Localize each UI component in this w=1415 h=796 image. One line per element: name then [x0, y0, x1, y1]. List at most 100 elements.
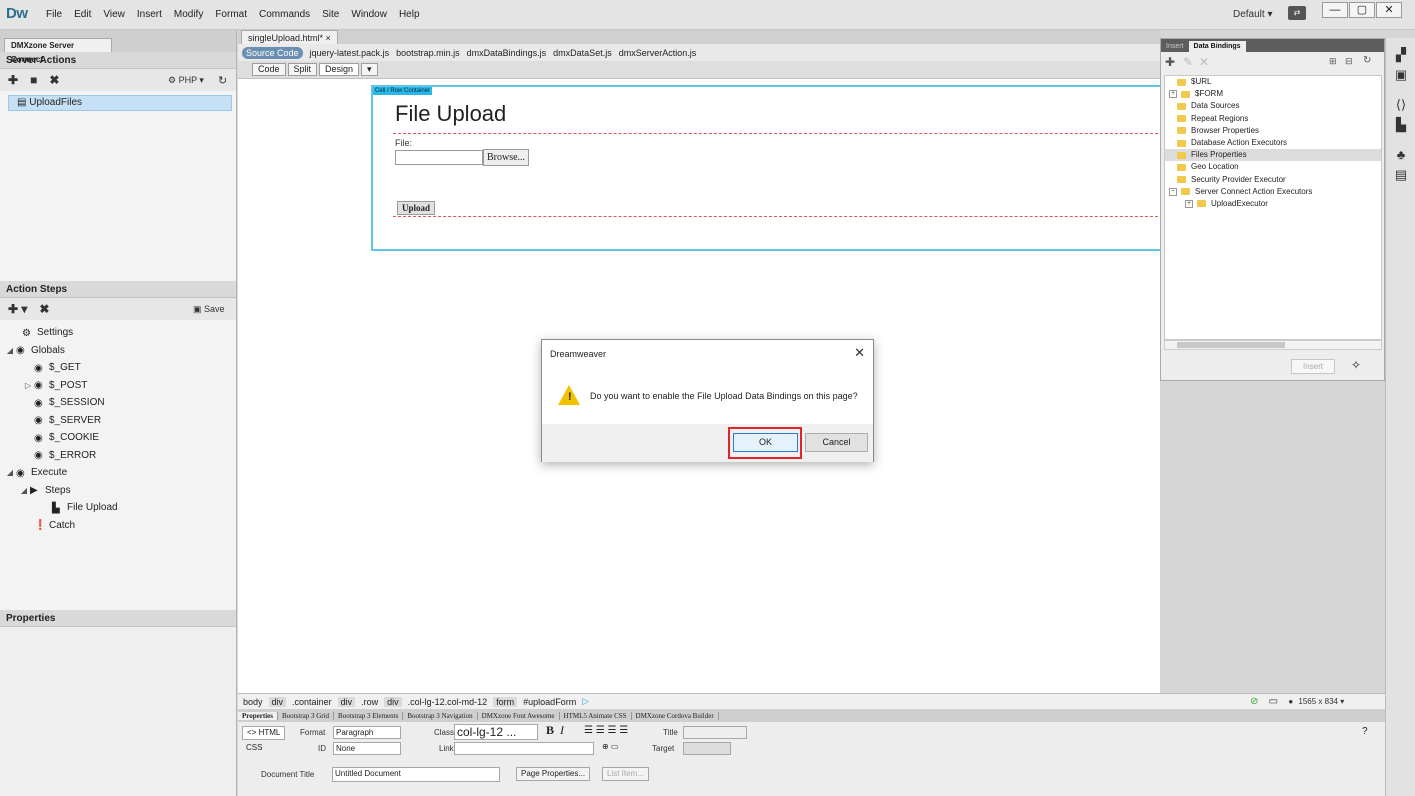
binding-item-browser-properties[interactable]: Browser Properties	[1165, 125, 1381, 137]
tag-div[interactable]: div	[384, 696, 402, 707]
tag-form[interactable]: form	[493, 696, 518, 707]
minimize-button[interactable]: —	[1322, 2, 1348, 18]
tree-item-file-upload[interactable]: ▙ File Upload	[0, 499, 236, 517]
help-icon[interactable]: ?	[1358, 726, 1372, 740]
add-binding-icon[interactable]: ✚	[1165, 55, 1175, 69]
tree-item-cookie[interactable]: ◉ $_COOKIE	[0, 429, 236, 447]
magic-wand-icon[interactable]: ✧	[1351, 358, 1361, 372]
tree-item-post[interactable]: ▷ ◉ $_POST	[0, 377, 236, 395]
menu-edit[interactable]: Edit	[68, 9, 97, 20]
window-size-select[interactable]: 1565 x 834 ▾	[1298, 697, 1344, 706]
binding-item-upload-executor[interactable]: + UploadExecutor	[1165, 198, 1381, 210]
binding-item-server-connect[interactable]: − Server Connect Action Executors	[1165, 186, 1381, 198]
expand-arrow-icon[interactable]: ◢	[18, 486, 30, 495]
binding-item-geo-location[interactable]: Geo Location	[1165, 161, 1381, 173]
format-select[interactable]: Paragraph	[333, 726, 401, 739]
dom-panel-icon[interactable]: ▷	[582, 696, 589, 707]
folder-icon[interactable]: ■	[30, 73, 37, 87]
code-view-button[interactable]: Code	[252, 63, 286, 76]
cell-row-container-label[interactable]: Cell / Row Container	[373, 87, 433, 95]
snippets-icon[interactable]: ▤	[1394, 168, 1408, 182]
bindings-panel-icon[interactable]: ▣	[1394, 68, 1408, 82]
tab-dmxzone-server-connect[interactable]: DMXzone Server Connect	[4, 38, 112, 64]
id-select[interactable]: None	[333, 742, 401, 755]
menu-file[interactable]: File	[40, 9, 68, 20]
tab-properties[interactable]: Properties	[238, 711, 278, 720]
workspace-layout-select[interactable]: Default ▾	[1233, 9, 1272, 20]
binding-item-form[interactable]: + $FORM	[1165, 88, 1381, 100]
tab-cordova-builder[interactable]: DMXzone Cordova Builder	[632, 711, 719, 720]
binding-item-data-sources[interactable]: Data Sources	[1165, 100, 1381, 112]
delete-step-icon[interactable]: ✖	[39, 302, 49, 316]
tag-div[interactable]: div	[268, 696, 287, 707]
point-to-file-icon[interactable]: ⊕ ▭	[598, 741, 622, 755]
tab-animate-css[interactable]: HTML5 Animate CSS	[560, 711, 632, 720]
tree-item-settings[interactable]: ⚙ Settings	[0, 324, 236, 342]
menu-commands[interactable]: Commands	[253, 9, 316, 20]
tree-item-catch[interactable]: ❗ Catch	[0, 517, 236, 535]
horizontal-scrollbar[interactable]	[1164, 340, 1382, 350]
add-step-icon[interactable]: ✚ ▾	[8, 302, 27, 316]
code-hints-icon[interactable]: ⟨⟩	[1394, 98, 1408, 112]
add-icon[interactable]: ✚	[8, 73, 18, 87]
expand-arrow-icon[interactable]: ◢	[4, 346, 16, 355]
tree-item-error[interactable]: ◉ $_ERROR	[0, 447, 236, 465]
tree-item-globals[interactable]: ◢ ◉ Globals	[0, 342, 236, 360]
upload-form[interactable]: File: Browse... Upload	[393, 133, 1173, 217]
html-mode-button[interactable]: <> HTML	[242, 726, 286, 740]
save-button[interactable]: ▣ Save	[193, 304, 225, 315]
class-select[interactable]: col-lg-12 ...	[454, 724, 538, 740]
list-indent-icons[interactable]: ☰ ☰ ☰ ☰	[580, 725, 632, 739]
tab-bootstrap-navigation[interactable]: Bootstrap 3 Navigation	[403, 711, 478, 720]
list-item-button[interactable]: List Item...	[602, 767, 649, 781]
page-heading[interactable]: File Upload	[395, 101, 506, 127]
binding-item-database-action-executors[interactable]: Database Action Executors	[1165, 137, 1381, 149]
upload-button[interactable]: Upload	[397, 201, 436, 215]
collapse-icon[interactable]: −	[1169, 187, 1177, 196]
menu-view[interactable]: View	[97, 9, 131, 20]
collapse-all-icon[interactable]: ⊟	[1345, 56, 1353, 67]
binding-item-url[interactable]: $URL	[1165, 76, 1381, 88]
refresh-bindings-icon[interactable]: ↻	[1363, 55, 1371, 66]
files-icon[interactable]: ▙	[1394, 118, 1408, 132]
device-icon[interactable]: ▭	[1269, 696, 1278, 707]
server-action-uploadfiles[interactable]: ▤ UploadFiles	[8, 95, 232, 111]
tag-class[interactable]: .container	[292, 697, 332, 707]
insert-binding-button[interactable]: Insert	[1291, 359, 1335, 374]
ok-button[interactable]: OK	[733, 433, 798, 452]
delete-icon[interactable]: ✖	[49, 73, 59, 87]
tag-body[interactable]: body	[243, 697, 263, 707]
tab-insert[interactable]: Insert	[1161, 41, 1189, 52]
expand-arrow-icon[interactable]: ◢	[4, 468, 16, 477]
tag-class[interactable]: .col-lg-12.col-md-12	[408, 697, 488, 707]
split-view-button[interactable]: Split	[287, 63, 318, 76]
php-language-select[interactable]: ⚙ PHP ▾	[168, 75, 204, 86]
expand-all-icon[interactable]: ⊞	[1329, 56, 1337, 67]
menu-insert[interactable]: Insert	[131, 9, 168, 20]
document-title-input[interactable]: Untitled Document	[332, 767, 500, 782]
cancel-button[interactable]: Cancel	[805, 433, 868, 452]
tag-id[interactable]: #uploadForm	[523, 697, 576, 707]
related-file[interactable]: bootstrap.min.js	[396, 48, 460, 58]
page-properties-button[interactable]: Page Properties...	[516, 767, 591, 781]
css-mode-button[interactable]: CSS	[242, 742, 266, 756]
menu-format[interactable]: Format	[209, 9, 253, 20]
menu-site[interactable]: Site	[316, 9, 345, 20]
menu-help[interactable]: Help	[393, 9, 426, 20]
insert-panel-icon[interactable]: ▞	[1394, 48, 1408, 62]
related-file[interactable]: dmxDataSet.js	[553, 48, 612, 58]
tag-class[interactable]: .row	[361, 697, 378, 707]
expand-icon[interactable]: +	[1169, 90, 1177, 99]
refresh-icon[interactable]: ↻	[218, 74, 227, 87]
tree-item-session[interactable]: ◉ $_SESSION	[0, 394, 236, 412]
tab-font-awesome[interactable]: DMXzone Font Awesome	[478, 711, 560, 720]
row-container[interactable]: Cell / Row Container File Upload File: B…	[371, 85, 1173, 251]
expand-icon[interactable]: +	[1185, 199, 1193, 208]
tree-item-steps[interactable]: ◢ ▶ Steps	[0, 482, 236, 500]
related-file[interactable]: dmxDataBindings.js	[467, 48, 547, 58]
tree-item-server[interactable]: ◉ $_SERVER	[0, 412, 236, 430]
title-input[interactable]	[683, 726, 747, 739]
tab-data-bindings[interactable]: Data Bindings	[1188, 41, 1246, 52]
binding-item-security-provider[interactable]: Security Provider Executor	[1165, 174, 1381, 186]
tab-singleupload[interactable]: singleUpload.html* ×	[241, 30, 338, 44]
